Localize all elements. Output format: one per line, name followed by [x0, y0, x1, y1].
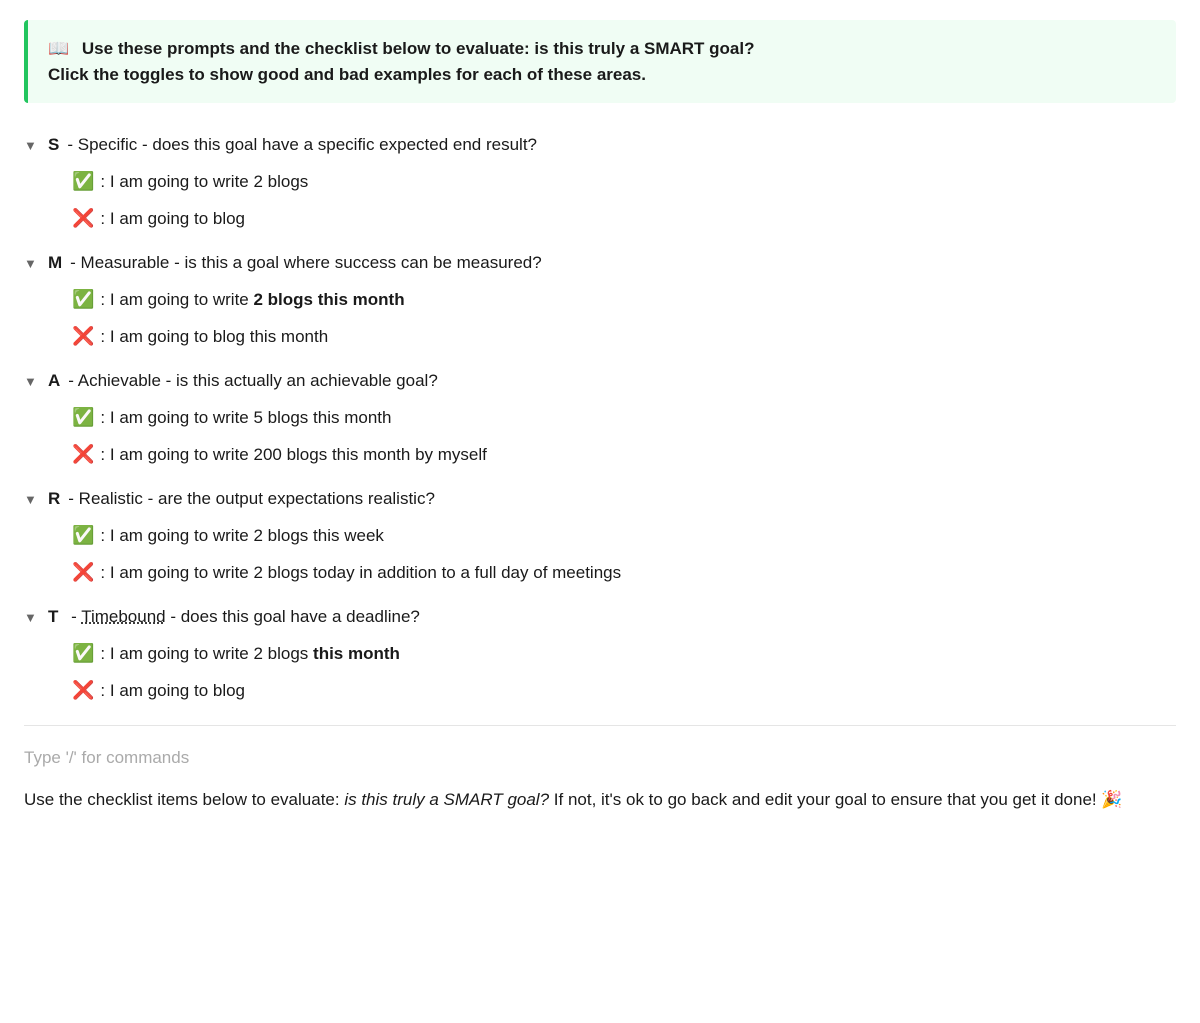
example-M-good: ✅ : I am going to write 2 blogs this mon… [72, 281, 1176, 318]
section-M: ▼ M - Measurable - is this a goal where … [24, 245, 1176, 355]
example-R-bad: ❌ : I am going to write 2 blogs today in… [72, 554, 1176, 591]
section-S-title: - Specific - does this goal have a speci… [67, 135, 537, 155]
example-M-bad: ❌ : I am going to blog this month [72, 318, 1176, 355]
check-icon-S-good: ✅ [72, 168, 94, 195]
chevron-icon-A: ▼ [24, 374, 40, 389]
example-R-good: ✅ : I am going to write 2 blogs this wee… [72, 517, 1176, 554]
callout-box: 📖 Use these prompts and the checklist be… [24, 20, 1176, 103]
example-M-good-text: : I am going to write 2 blogs this month [100, 287, 404, 313]
cross-icon-R-bad: ❌ [72, 559, 94, 586]
chevron-icon-S: ▼ [24, 138, 40, 153]
check-icon-M-good: ✅ [72, 286, 94, 313]
chevron-icon-R: ▼ [24, 492, 40, 507]
section-M-header[interactable]: ▼ M - Measurable - is this a goal where … [24, 245, 1176, 281]
bottom-text-after: If not, it's ok to go back and edit your… [549, 790, 1122, 809]
cross-icon-A-bad: ❌ [72, 441, 94, 468]
letter-T: T [48, 607, 58, 627]
letter-A: A [48, 371, 60, 391]
bottom-text-italic: is this truly a SMART goal? [344, 790, 549, 809]
section-A-examples: ✅ : I am going to write 5 blogs this mon… [24, 399, 1176, 473]
bottom-description: Use the checklist items below to evaluat… [24, 786, 1176, 813]
bottom-text-before: Use the checklist items below to evaluat… [24, 790, 344, 809]
section-T-title: - Timebound - does this goal have a dead… [66, 607, 419, 627]
example-A-bad-text: : I am going to write 200 blogs this mon… [100, 442, 486, 468]
check-icon-R-good: ✅ [72, 522, 94, 549]
example-R-bad-text: : I am going to write 2 blogs today in a… [100, 560, 621, 586]
example-S-bad: ❌ : I am going to blog [72, 200, 1176, 237]
example-T-bad: ❌ : I am going to blog [72, 672, 1176, 709]
cross-icon-M-bad: ❌ [72, 323, 94, 350]
example-T-bad-text: : I am going to blog [100, 678, 245, 704]
example-T-bold: this month [313, 644, 400, 663]
example-T-good-text: : I am going to write 2 blogs this month [100, 641, 400, 667]
example-A-good-text: : I am going to write 5 blogs this month [100, 405, 391, 431]
example-S-good: ✅ : I am going to write 2 blogs [72, 163, 1176, 200]
example-R-good-text: : I am going to write 2 blogs this week [100, 523, 383, 549]
letter-S: S [48, 135, 59, 155]
check-icon-T-good: ✅ [72, 640, 94, 667]
section-R-header[interactable]: ▼ R - Realistic - are the output expecta… [24, 481, 1176, 517]
example-M-bold: 2 blogs this month [254, 290, 405, 309]
letter-R: R [48, 489, 60, 509]
chevron-icon-M: ▼ [24, 256, 40, 271]
section-S-examples: ✅ : I am going to write 2 blogs ❌ : I am… [24, 163, 1176, 237]
section-M-examples: ✅ : I am going to write 2 blogs this mon… [24, 281, 1176, 355]
letter-M: M [48, 253, 62, 273]
divider [24, 725, 1176, 726]
example-A-good: ✅ : I am going to write 5 blogs this mon… [72, 399, 1176, 436]
example-S-bad-text: : I am going to blog [100, 206, 245, 232]
example-T-good: ✅ : I am going to write 2 blogs this mon… [72, 635, 1176, 672]
section-S-header[interactable]: ▼ S - Specific - does this goal have a s… [24, 127, 1176, 163]
book-icon: 📖 [48, 36, 69, 62]
section-S: ▼ S - Specific - does this goal have a s… [24, 127, 1176, 237]
example-S-good-text: : I am going to write 2 blogs [100, 169, 308, 195]
section-A: ▼ A - Achievable - is this actually an a… [24, 363, 1176, 473]
check-icon-A-good: ✅ [72, 404, 94, 431]
section-T-header[interactable]: ▼ T - Timebound - does this goal have a … [24, 599, 1176, 635]
chevron-icon-T: ▼ [24, 610, 40, 625]
section-A-title: - Achievable - is this actually an achie… [68, 371, 438, 391]
section-T-examples: ✅ : I am going to write 2 blogs this mon… [24, 635, 1176, 709]
section-R: ▼ R - Realistic - are the output expecta… [24, 481, 1176, 591]
section-A-header[interactable]: ▼ A - Achievable - is this actually an a… [24, 363, 1176, 399]
section-R-title: - Realistic - are the output expectation… [68, 489, 435, 509]
command-input-placeholder[interactable]: Type '/' for commands [24, 742, 1176, 774]
section-T: ▼ T - Timebound - does this goal have a … [24, 599, 1176, 709]
section-R-examples: ✅ : I am going to write 2 blogs this wee… [24, 517, 1176, 591]
cross-icon-T-bad: ❌ [72, 677, 94, 704]
example-A-bad: ❌ : I am going to write 200 blogs this m… [72, 436, 1176, 473]
section-M-title: - Measurable - is this a goal where succ… [70, 253, 542, 273]
cross-icon-S-bad: ❌ [72, 205, 94, 232]
callout-text: 📖 Use these prompts and the checklist be… [48, 36, 1156, 87]
example-M-bad-text: : I am going to blog this month [100, 324, 328, 350]
